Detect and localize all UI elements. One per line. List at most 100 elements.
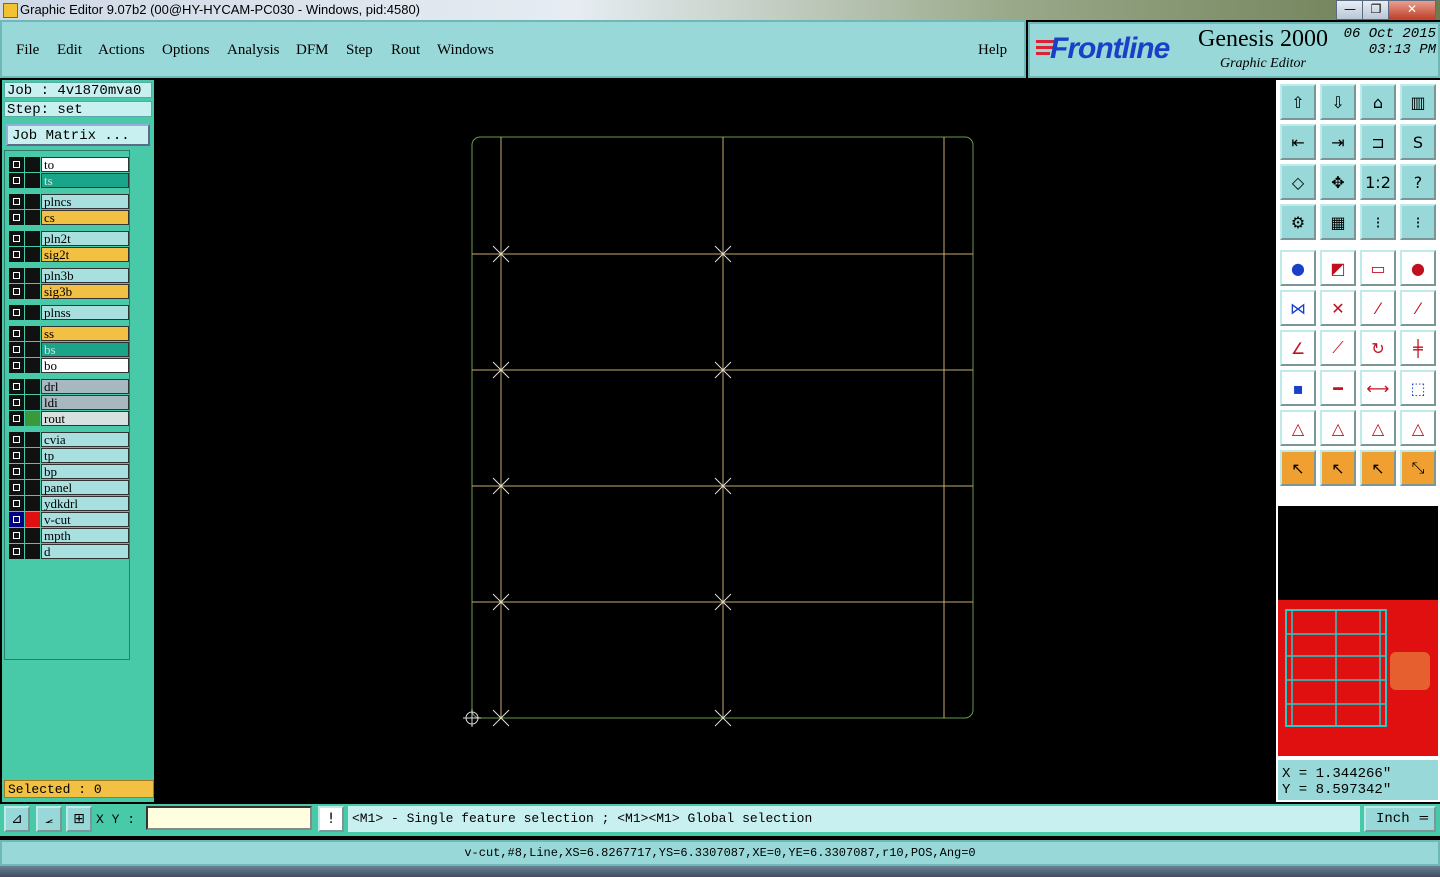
layer-checkbox[interactable] bbox=[9, 432, 24, 447]
layer-checkbox[interactable] bbox=[9, 480, 24, 495]
step-in-icon[interactable]: ⇤ bbox=[1280, 124, 1316, 160]
layer-checkbox[interactable] bbox=[9, 157, 24, 172]
grid-icon[interactable]: ▦ bbox=[1320, 204, 1356, 240]
menu-rout[interactable]: Rout bbox=[391, 42, 420, 59]
maximize-button[interactable]: ❐ bbox=[1362, 0, 1390, 20]
layer-row-ss[interactable]: ss bbox=[9, 326, 129, 341]
layer-row-plncs[interactable]: plncs bbox=[9, 194, 129, 209]
layer-row-d[interactable]: d bbox=[9, 544, 129, 559]
settings-icon[interactable]: ⚙ bbox=[1280, 204, 1316, 240]
menu-windows[interactable]: Windows bbox=[437, 42, 494, 59]
shape-icon[interactable]: ◩ bbox=[1320, 250, 1356, 286]
pointer3-icon[interactable]: ↖ bbox=[1360, 450, 1396, 486]
cluster-icon[interactable]: ⬚ bbox=[1400, 370, 1436, 406]
overview-window[interactable] bbox=[1278, 506, 1438, 756]
layer-checkbox[interactable] bbox=[9, 268, 24, 283]
layer-checkbox[interactable] bbox=[9, 342, 24, 357]
line-icon[interactable]: ⁄ bbox=[1360, 290, 1396, 326]
xy-input[interactable] bbox=[146, 806, 312, 830]
layer-down-icon[interactable]: ⇩ bbox=[1320, 84, 1356, 120]
cross-icon[interactable]: ✕ bbox=[1320, 290, 1356, 326]
measure-icon[interactable]: ⟷ bbox=[1360, 370, 1396, 406]
layer-checkbox[interactable] bbox=[9, 247, 24, 262]
pointer2-icon[interactable]: ↖ bbox=[1320, 450, 1356, 486]
layer-checkbox[interactable] bbox=[9, 284, 24, 299]
route-icon[interactable]: ⤡ bbox=[1400, 450, 1436, 486]
layer-row-ts[interactable]: ts bbox=[9, 173, 129, 188]
angle-snap-icon[interactable]: ⦟ bbox=[36, 806, 62, 832]
rotate-icon[interactable]: ↻ bbox=[1360, 330, 1396, 366]
layer-checkbox[interactable] bbox=[9, 411, 24, 426]
layer-scrollbar[interactable] bbox=[130, 150, 152, 658]
layer-row-cvia[interactable]: cvia bbox=[9, 432, 129, 447]
line-red-icon[interactable]: ━ bbox=[1320, 370, 1356, 406]
snap-red2-icon[interactable]: ⁝ bbox=[1400, 204, 1436, 240]
layer-checkbox[interactable] bbox=[9, 194, 24, 209]
grid-snap-icon[interactable]: ⊞ bbox=[66, 806, 92, 832]
warning-icon[interactable]: ! bbox=[318, 806, 344, 832]
layer-row-drl[interactable]: drl bbox=[9, 379, 129, 394]
layer-checkbox[interactable] bbox=[9, 395, 24, 410]
layer-row-bs[interactable]: bs bbox=[9, 342, 129, 357]
flip-icon[interactable]: ╪ bbox=[1400, 330, 1436, 366]
layer-checkbox[interactable] bbox=[9, 512, 24, 527]
layer-row-to[interactable]: to bbox=[9, 157, 129, 172]
menu-options[interactable]: Options bbox=[162, 42, 210, 59]
layer-checkbox[interactable] bbox=[9, 305, 24, 320]
minimize-button[interactable]: — bbox=[1336, 0, 1364, 20]
layer-row-mpth[interactable]: mpth bbox=[9, 528, 129, 543]
tri1-icon[interactable]: △ bbox=[1280, 410, 1316, 446]
home-icon[interactable]: ⌂ bbox=[1360, 84, 1396, 120]
menu-edit[interactable]: Edit bbox=[57, 42, 82, 59]
layer-checkbox[interactable] bbox=[9, 231, 24, 246]
layer-up-icon[interactable]: ⇧ bbox=[1280, 84, 1316, 120]
ruler-icon[interactable]: ▭ bbox=[1360, 250, 1396, 286]
help-icon[interactable]: ? bbox=[1400, 164, 1436, 200]
close-button[interactable]: ✕ bbox=[1388, 0, 1436, 20]
zoom-center-icon[interactable]: ✥ bbox=[1320, 164, 1356, 200]
layer-row-sig3b[interactable]: sig3b bbox=[9, 284, 129, 299]
layer-checkbox[interactable] bbox=[9, 379, 24, 394]
layer-row-tp[interactable]: tp bbox=[9, 448, 129, 463]
layer-checkbox[interactable] bbox=[9, 464, 24, 479]
menu-step[interactable]: Step bbox=[346, 42, 373, 59]
job-matrix-button[interactable]: Job Matrix ... bbox=[6, 124, 150, 146]
tri4-icon[interactable]: △ bbox=[1400, 410, 1436, 446]
s-route-icon[interactable]: S bbox=[1400, 124, 1436, 160]
layer-row-sig2t[interactable]: sig2t bbox=[9, 247, 129, 262]
pad-add-icon[interactable]: ● bbox=[1280, 250, 1316, 286]
layer-row-plnss[interactable]: plnss bbox=[9, 305, 129, 320]
tri2-icon[interactable]: △ bbox=[1320, 410, 1356, 446]
diag-icon[interactable]: ⟋ bbox=[1320, 330, 1356, 366]
menu-analysis[interactable]: Analysis bbox=[227, 42, 280, 59]
mirror-icon[interactable]: ⊐ bbox=[1360, 124, 1396, 160]
layer-checkbox[interactable] bbox=[9, 496, 24, 511]
units-selector[interactable]: Inch ═ bbox=[1364, 806, 1436, 832]
window-icon[interactable]: ▥ bbox=[1400, 84, 1436, 120]
move-icon[interactable]: ▪ bbox=[1280, 370, 1316, 406]
layer-row-pln2t[interactable]: pln2t bbox=[9, 231, 129, 246]
snap-mode-icon[interactable]: ⊿ bbox=[4, 806, 30, 832]
angle-icon[interactable]: ∠ bbox=[1280, 330, 1316, 366]
layer-row-cs[interactable]: cs bbox=[9, 210, 129, 225]
layer-row-ydkdrl[interactable]: ydkdrl bbox=[9, 496, 129, 511]
board-drawing[interactable] bbox=[156, 80, 1276, 802]
menu-dfm[interactable]: DFM bbox=[296, 42, 329, 59]
layer-checkbox[interactable] bbox=[9, 448, 24, 463]
snap-red-icon[interactable]: ⁝ bbox=[1360, 204, 1396, 240]
layer-row-bo[interactable]: bo bbox=[9, 358, 129, 373]
layer-checkbox[interactable] bbox=[9, 528, 24, 543]
layer-checkbox[interactable] bbox=[9, 326, 24, 341]
step-out-icon[interactable]: ⇥ bbox=[1320, 124, 1356, 160]
menu-help[interactable]: Help bbox=[978, 42, 1007, 59]
layer-row-panel[interactable]: panel bbox=[9, 480, 129, 495]
menu-actions[interactable]: Actions bbox=[98, 42, 145, 59]
graphic-canvas[interactable] bbox=[156, 80, 1276, 802]
node-icon[interactable]: ⋈ bbox=[1280, 290, 1316, 326]
layer-row-bp[interactable]: bp bbox=[9, 464, 129, 479]
layer-row-rout[interactable]: rout bbox=[9, 411, 129, 426]
layer-row-v-cut[interactable]: v-cut bbox=[9, 512, 129, 527]
layer-row-pln3b[interactable]: pln3b bbox=[9, 268, 129, 283]
tri3-icon[interactable]: △ bbox=[1360, 410, 1396, 446]
layer-checkbox[interactable] bbox=[9, 210, 24, 225]
